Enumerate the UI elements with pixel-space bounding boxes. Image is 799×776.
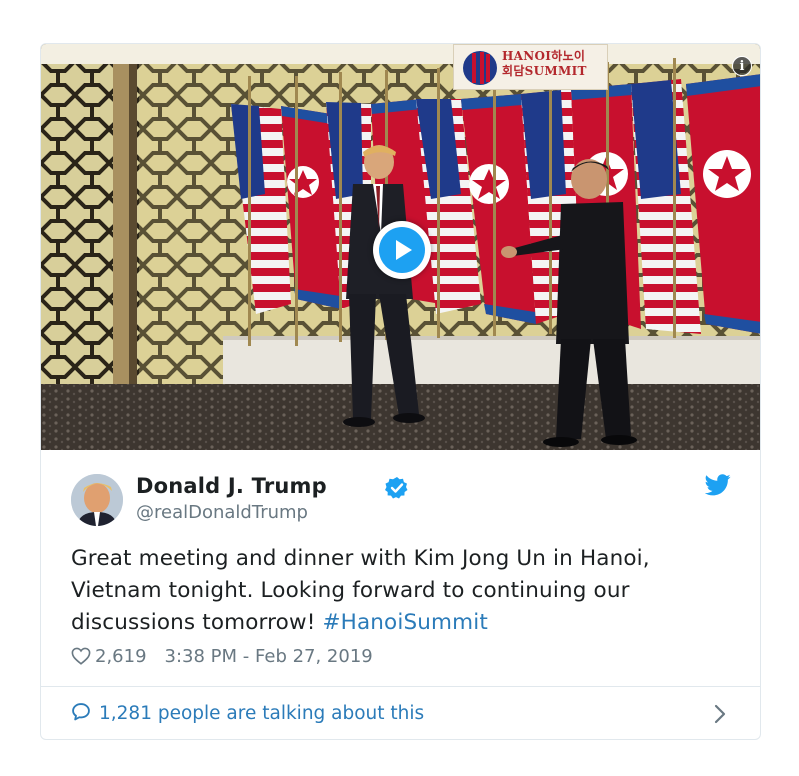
banner-line-1: HANOI하노이 [502, 49, 586, 63]
tweet-meta: 2,619 3:38 PM - Feb 27, 2019 [71, 646, 373, 667]
heart-icon[interactable] [71, 647, 91, 665]
avatar-image [71, 474, 123, 526]
avatar[interactable] [71, 474, 123, 526]
chevron-right-icon[interactable] [713, 704, 727, 724]
play-icon [379, 227, 425, 273]
author-name[interactable]: Donald J. Trump [136, 474, 327, 498]
speech-bubble-icon [72, 703, 90, 721]
video-thumbnail[interactable]: HANOI하노이 회담SUMMIT i [41, 44, 760, 450]
twitter-bird-icon[interactable] [705, 474, 731, 496]
conversation-count[interactable]: 1,281 people are talking about this [99, 703, 424, 724]
summit-banner: HANOI하노이 회담SUMMIT [453, 44, 608, 90]
tweet-text: Great meeting and dinner with Kim Jong U… [71, 543, 731, 639]
banner-line-2: 회담SUMMIT [502, 64, 587, 78]
play-button[interactable] [373, 221, 431, 279]
verified-badge-icon [385, 477, 408, 499]
hashtag-link[interactable]: #HanoiSummit [322, 610, 487, 635]
summit-flag-logo [463, 51, 497, 85]
author-handle[interactable]: @realDonaldTrump [136, 502, 308, 523]
info-icon[interactable]: i [732, 56, 752, 76]
embedded-tweet-card[interactable]: HANOI하노이 회담SUMMIT i Donald J. Trump @rea… [40, 43, 761, 740]
footer-divider [41, 686, 760, 687]
like-count[interactable]: 2,619 [95, 646, 147, 667]
conversation-link[interactable]: 1,281 people are talking about this [71, 702, 424, 724]
timestamp[interactable]: 3:38 PM - Feb 27, 2019 [165, 646, 373, 667]
summit-banner-text: HANOI하노이 회담SUMMIT [502, 49, 587, 79]
